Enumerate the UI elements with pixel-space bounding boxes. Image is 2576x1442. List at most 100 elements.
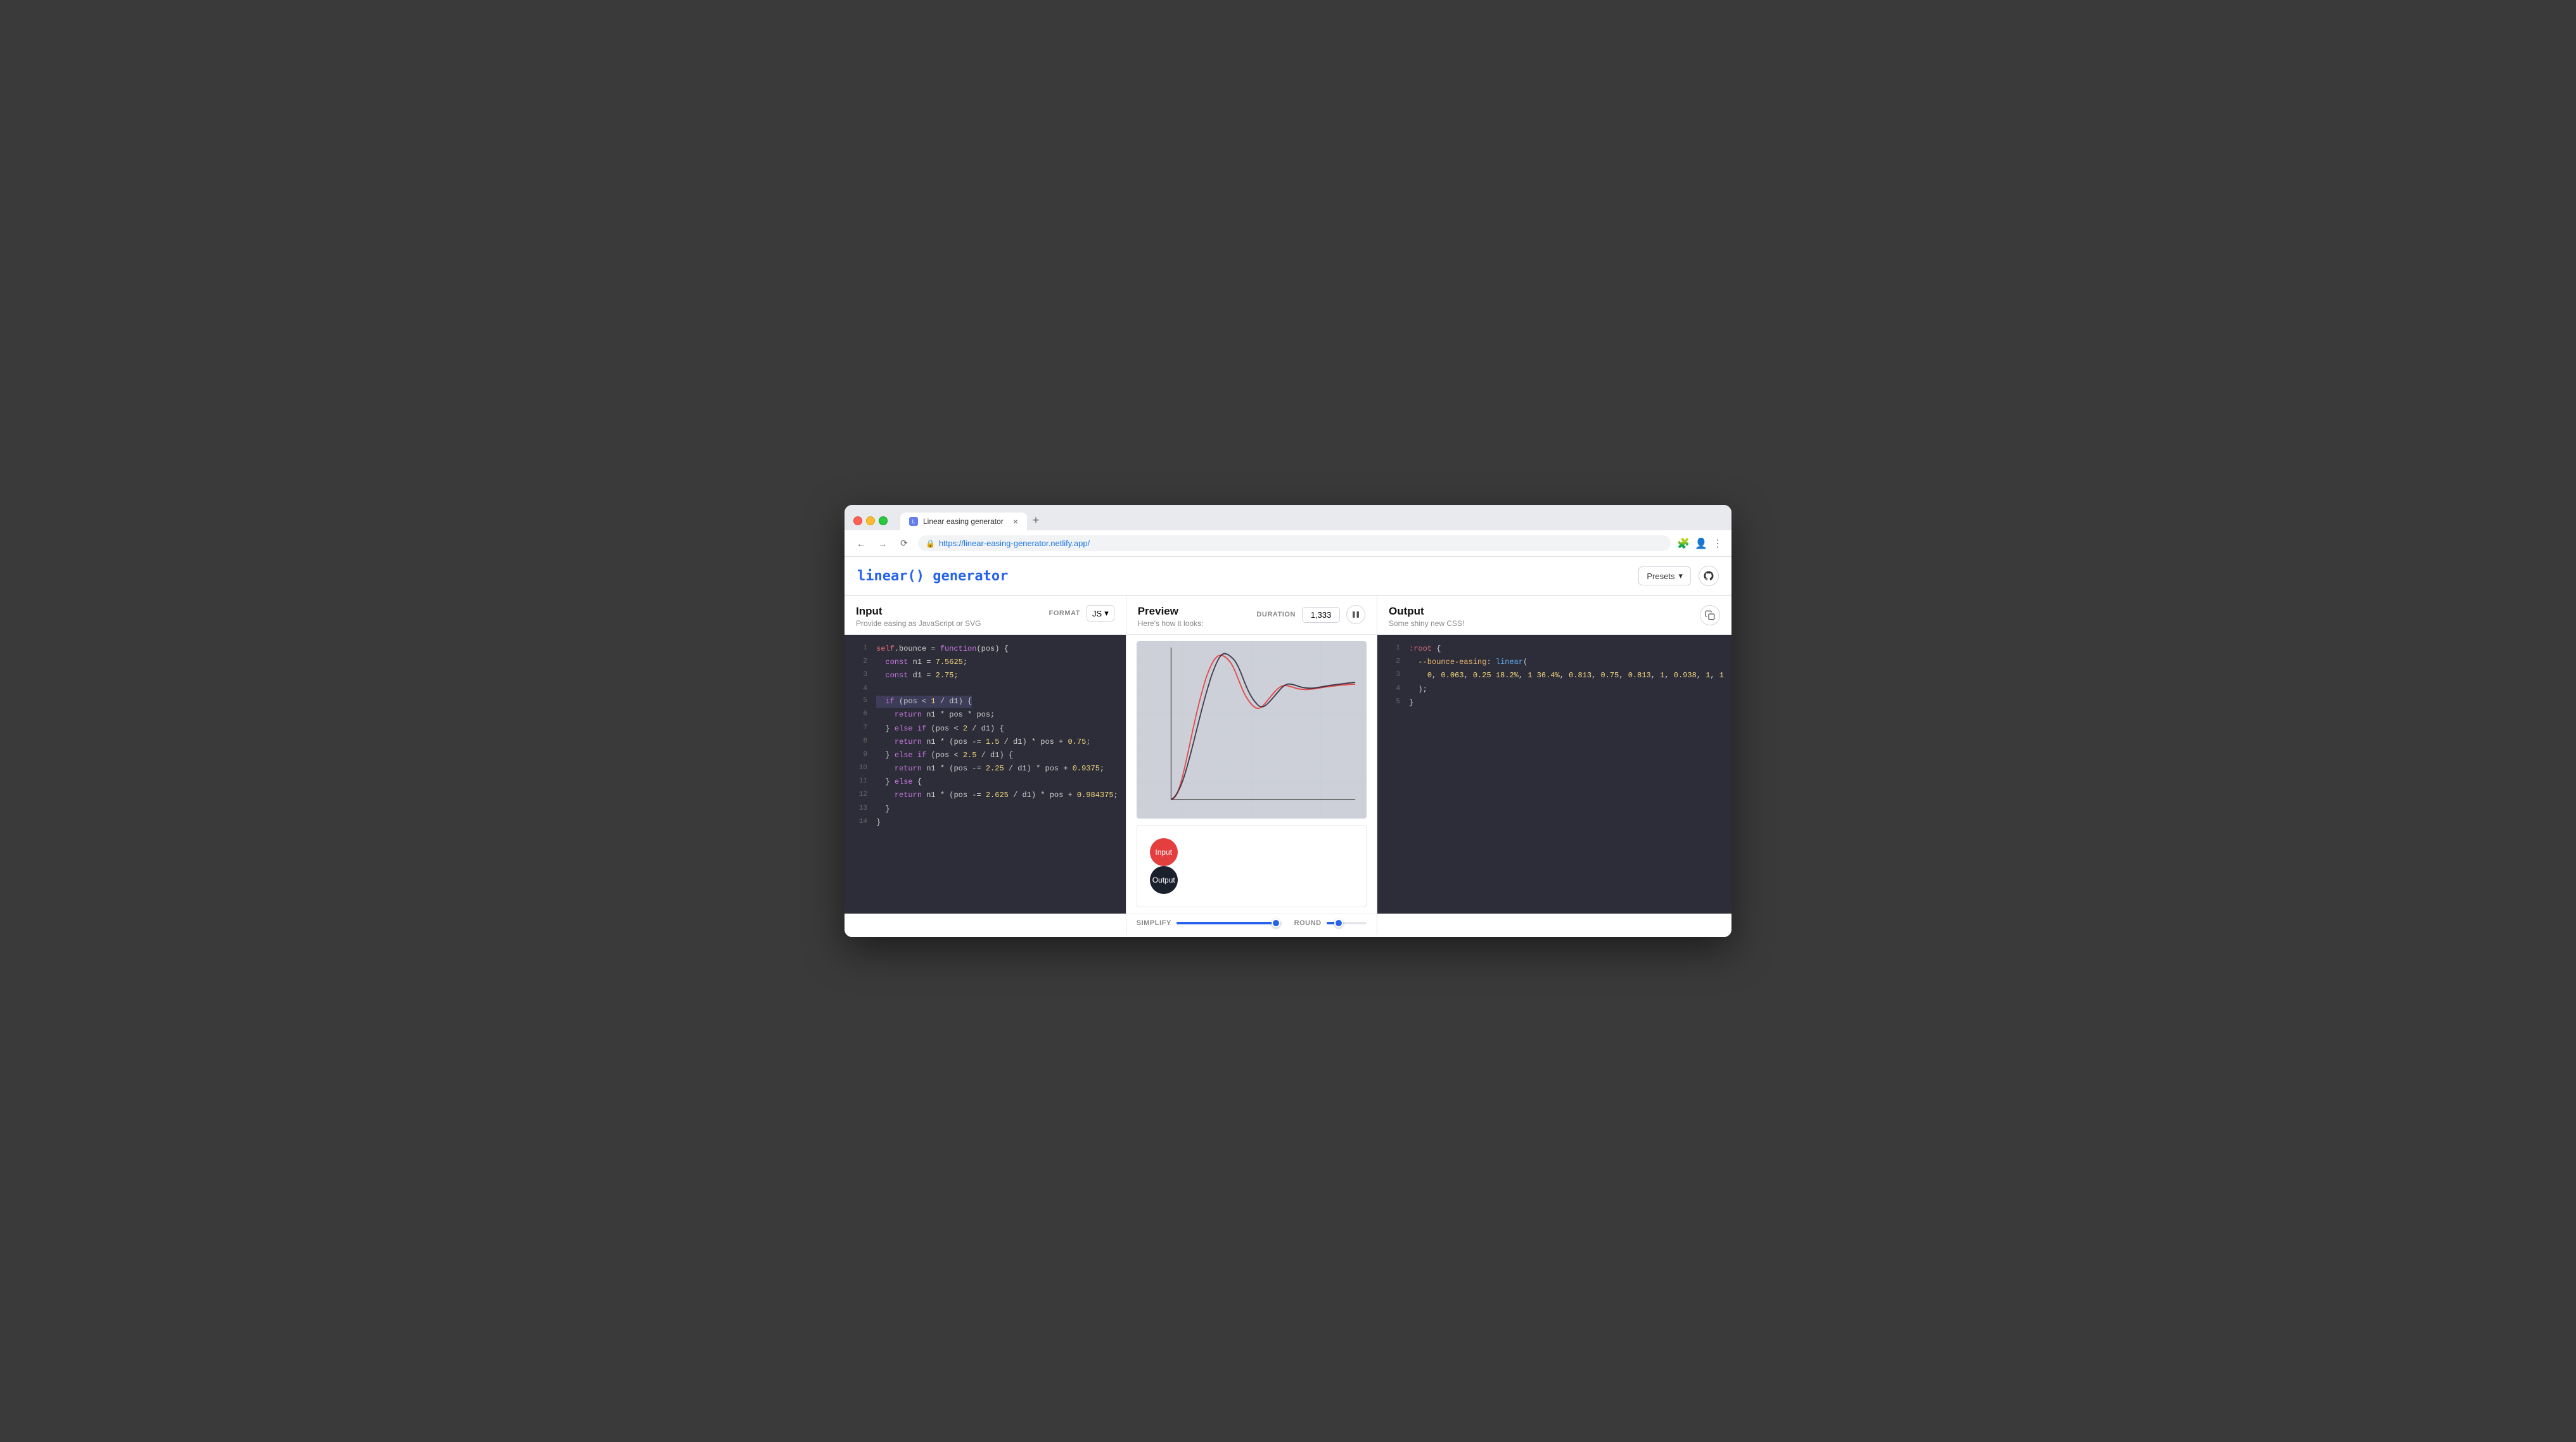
format-value: JS [1092, 609, 1102, 618]
app-header: linear() generator Presets ▾ [845, 557, 1731, 596]
presets-label: Presets [1647, 571, 1674, 581]
app-header-right: Presets ▾ [1638, 566, 1719, 586]
close-window-button[interactable] [853, 516, 862, 525]
duration-input[interactable] [1302, 607, 1340, 623]
output-code-line: 5 } [1377, 696, 1731, 710]
active-tab[interactable]: L Linear easing generator × [900, 513, 1027, 530]
simplify-fill [1176, 922, 1276, 924]
code-editor[interactable]: 1 self.bounce = function(pos) { 2 const … [845, 635, 1126, 914]
tab-close-button[interactable]: × [1013, 517, 1018, 526]
code-line: 7 } else if (pos < 2 / d1) { [845, 722, 1126, 736]
back-button[interactable]: ← [853, 536, 869, 551]
code-line: 11 } else { [845, 775, 1126, 789]
reload-button[interactable]: ⟳ [896, 536, 912, 551]
code-line: 9 } else if (pos < 2.5 / d1) { [845, 749, 1126, 762]
format-chevron-icon: ▾ [1104, 608, 1109, 618]
preview-chart-area [1137, 641, 1367, 819]
browser-actions: 🧩 👤 ⋮ [1677, 537, 1723, 550]
code-line: 14 } [845, 816, 1126, 829]
output-code-line: 4 ); [1377, 683, 1731, 696]
input-panel: Input Provide easing as JavaScript or SV… [845, 596, 1126, 935]
output-panel-title: Output [1389, 605, 1464, 618]
app-container: linear() generator Presets ▾ [845, 557, 1731, 937]
input-panel-header-right: FORMAT JS ▾ [1049, 605, 1114, 622]
copy-button[interactable] [1700, 605, 1720, 625]
easing-chart [1137, 641, 1367, 819]
preview-panel: Preview Here's how it looks: DURATION [1126, 596, 1377, 935]
code-line: 5 if (pos < 1 / d1) { [845, 695, 1126, 708]
traffic-lights [853, 516, 888, 525]
round-control: ROUND [1294, 919, 1367, 927]
presets-button[interactable]: Presets ▾ [1638, 566, 1691, 585]
forward-button[interactable]: → [875, 536, 890, 551]
chevron-down-icon: ▾ [1678, 571, 1683, 581]
browser-tabs: L Linear easing generator × + [900, 511, 1704, 530]
output-ball-label: Output [1152, 876, 1175, 884]
format-label: FORMAT [1049, 609, 1080, 617]
input-panel-header: Input Provide easing as JavaScript or SV… [845, 596, 1126, 635]
input-ball-label: Input [1155, 848, 1172, 857]
code-line: 10 return n1 * (pos -= 2.25 / d1) * pos … [845, 762, 1126, 775]
output-code-line: 2 --bounce-easing: linear( [1377, 656, 1731, 669]
copy-icon [1705, 610, 1715, 620]
url-text: https://linear-easing-generator.netlify.… [939, 539, 1090, 548]
duration-label: DURATION [1256, 611, 1296, 618]
output-code: 1 :root { 2 --bounce-easing: linear( 3 0… [1377, 635, 1731, 914]
output-panel-title-group: Output Some shiny new CSS! [1389, 605, 1464, 628]
round-thumb[interactable] [1334, 919, 1343, 928]
code-line: 8 return n1 * (pos -= 1.5 / d1) * pos + … [845, 736, 1126, 749]
github-icon [1703, 570, 1714, 582]
panels-row: Input Provide easing as JavaScript or SV… [845, 596, 1731, 935]
new-tab-button[interactable]: + [1027, 511, 1045, 529]
input-ball: Input [1150, 838, 1178, 866]
code-line: 13 } [845, 803, 1126, 816]
input-ball-row: Input [1150, 838, 1353, 866]
preview-bottom-controls: SIMPLIFY ROUND [1126, 914, 1377, 935]
simplify-control: SIMPLIFY [1137, 919, 1282, 927]
preview-panel-controls: DURATION [1256, 605, 1365, 624]
code-line: 3 const d1 = 2.75; [845, 669, 1126, 682]
input-panel-title-group: Input Provide easing as JavaScript or SV… [856, 605, 981, 628]
simplify-thumb[interactable] [1272, 919, 1280, 928]
output-code-line: 3 0, 0.063, 0.25 18.2%, 1 36.4%, 0.813, … [1377, 669, 1731, 682]
output-panel-header: Output Some shiny new CSS! [1377, 596, 1731, 635]
url-bar[interactable]: 🔒 https://linear-easing-generator.netlif… [918, 535, 1671, 551]
browser-window: L Linear easing generator × + ← → ⟳ 🔒 ht… [845, 505, 1731, 937]
preview-panel-title-group: Preview Here's how it looks: [1138, 605, 1204, 628]
code-line: 4 [845, 683, 1126, 696]
tab-title: Linear easing generator [923, 517, 1004, 526]
code-line: 2 const n1 = 7.5625; [845, 656, 1126, 669]
input-panel-title: Input [856, 605, 981, 618]
output-ball: Output [1150, 866, 1178, 894]
app-logo: linear() generator [857, 568, 1008, 584]
simplify-label: SIMPLIFY [1137, 919, 1171, 927]
code-line: 6 return n1 * pos * pos; [845, 708, 1126, 722]
profile-icon[interactable]: 👤 [1695, 537, 1707, 550]
output-panel-subtitle: Some shiny new CSS! [1389, 619, 1464, 628]
input-panel-subtitle: Provide easing as JavaScript or SVG [856, 619, 981, 628]
round-label: ROUND [1294, 919, 1322, 927]
pause-button[interactable] [1346, 605, 1365, 624]
menu-icon[interactable]: ⋮ [1712, 537, 1723, 550]
output-code-line: 1 :root { [1377, 642, 1731, 656]
code-line: 12 return n1 * (pos -= 2.625 / d1) * pos… [845, 789, 1126, 802]
preview-panel-subtitle: Here's how it looks: [1138, 619, 1204, 628]
pause-icon [1352, 611, 1360, 618]
preview-panel-header: Preview Here's how it looks: DURATION [1126, 596, 1377, 635]
browser-urlbar: ← → ⟳ 🔒 https://linear-easing-generator.… [845, 530, 1731, 557]
extensions-icon[interactable]: 🧩 [1677, 537, 1690, 550]
lock-icon: 🔒 [926, 539, 935, 548]
round-slider[interactable] [1327, 922, 1367, 924]
preview-panel-title: Preview [1138, 605, 1204, 618]
output-ball-row: Output [1150, 866, 1353, 894]
maximize-window-button[interactable] [879, 516, 888, 525]
output-panel: Output Some shiny new CSS! 1 :root [1377, 596, 1731, 935]
github-button[interactable] [1699, 566, 1719, 586]
code-line: 1 self.bounce = function(pos) { [845, 642, 1126, 656]
browser-titlebar: L Linear easing generator × + [845, 505, 1731, 530]
tab-favicon: L [909, 517, 918, 526]
preview-animation-area: Input Output [1137, 825, 1367, 907]
format-select[interactable]: JS ▾ [1087, 605, 1114, 622]
simplify-slider[interactable] [1176, 922, 1282, 924]
minimize-window-button[interactable] [866, 516, 875, 525]
